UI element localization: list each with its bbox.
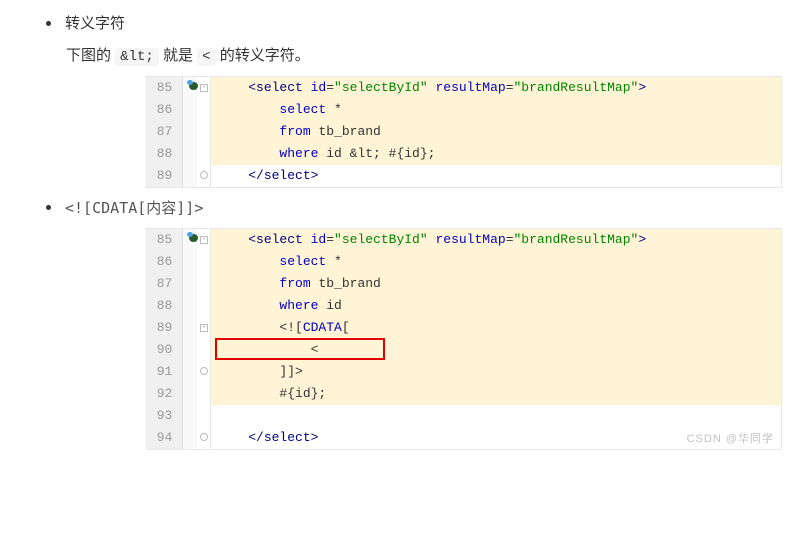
desc-mid: 就是 xyxy=(163,47,197,64)
code-line: 88 where id xyxy=(147,295,781,317)
line-number: 87 xyxy=(147,121,183,143)
desc-post: 的转义字符。 xyxy=(220,47,310,64)
inline-code-lt: < xyxy=(197,48,215,66)
gutter xyxy=(183,405,197,427)
gutter xyxy=(183,295,197,317)
gutter xyxy=(183,121,197,143)
line-number: 93 xyxy=(147,405,183,427)
fold-gutter xyxy=(197,427,211,449)
line-number: 85 xyxy=(147,229,183,251)
gutter xyxy=(183,339,197,361)
line-number: 89 xyxy=(147,165,183,187)
bug-icon xyxy=(185,231,201,245)
code-content: where id &lt; #{id}; xyxy=(211,143,781,165)
bullet-dot-icon xyxy=(46,205,51,210)
code-content: from tb_brand xyxy=(211,273,781,295)
code-line: 91 ]]> xyxy=(147,361,781,383)
gutter xyxy=(183,143,197,165)
section-escape-char: 转义字符 下图的 &lt; 就是 < 的转义字符。 85 - <select id… xyxy=(20,12,782,188)
fold-end-icon xyxy=(200,367,208,375)
code-line: 92 #{id}; xyxy=(147,383,781,405)
gutter xyxy=(183,427,197,449)
fold-gutter xyxy=(197,99,211,121)
gutter xyxy=(183,317,197,339)
bullet-dot-icon xyxy=(46,21,51,26)
fold-minus-icon[interactable]: - xyxy=(200,84,208,92)
line-number: 85 xyxy=(147,77,183,99)
bullet-row: 转义字符 xyxy=(46,12,782,36)
gutter xyxy=(183,383,197,405)
fold-gutter xyxy=(197,121,211,143)
section-desc: 下图的 &lt; 就是 < 的转义字符。 xyxy=(66,44,782,68)
code-content: select * xyxy=(211,251,781,273)
gutter xyxy=(183,273,197,295)
gutter xyxy=(183,99,197,121)
fold-gutter: - xyxy=(197,317,211,339)
bullet-row: <![CDATA[内容]]> xyxy=(46,196,782,220)
code-block-1: 85 - <select id="selectById" resultMap="b… xyxy=(146,76,782,188)
gutter xyxy=(183,361,197,383)
section-cdata: <![CDATA[内容]]> 85 - <select id="selectByI… xyxy=(20,196,782,450)
fold-gutter xyxy=(197,165,211,187)
code-content: #{id}; xyxy=(211,383,781,405)
gutter xyxy=(183,165,197,187)
line-number: 94 xyxy=(147,427,183,449)
code-line: 86 select * xyxy=(147,251,781,273)
fold-end-icon xyxy=(200,171,208,179)
code-line: 93 xyxy=(147,405,781,427)
watermark: CSDN @华同学 xyxy=(687,431,774,449)
code-line: 89 - <![CDATA[ xyxy=(147,317,781,339)
line-number: 90 xyxy=(147,339,183,361)
line-number: 88 xyxy=(147,143,183,165)
code-content: from tb_brand xyxy=(211,121,781,143)
fold-minus-icon[interactable]: - xyxy=(200,324,208,332)
line-number: 86 xyxy=(147,251,183,273)
code-content: ]]> xyxy=(211,361,781,383)
fold-gutter xyxy=(197,251,211,273)
code-line: 88 where id &lt; #{id}; xyxy=(147,143,781,165)
fold-gutter xyxy=(197,361,211,383)
code-line: 87 from tb_brand xyxy=(147,121,781,143)
code-line: 89 </select> xyxy=(147,165,781,187)
code-content: </select> xyxy=(211,165,781,187)
bullet-title: <![CDATA[内容]]> xyxy=(65,196,203,220)
code-line: 85 - <select id="selectById" resultMap="b… xyxy=(147,77,781,99)
gutter xyxy=(183,251,197,273)
code-line: 87 from tb_brand xyxy=(147,273,781,295)
code-content: where id xyxy=(211,295,781,317)
inline-code-lt-entity: &lt; xyxy=(115,48,159,66)
code-content: < xyxy=(211,339,781,361)
code-content: select * xyxy=(211,99,781,121)
bug-icon xyxy=(185,79,201,93)
fold-gutter xyxy=(197,339,211,361)
line-number: 86 xyxy=(147,99,183,121)
code-block-2: 85 - <select id="selectById" resultMap="b… xyxy=(146,228,782,450)
fold-gutter xyxy=(197,383,211,405)
fold-end-icon xyxy=(200,433,208,441)
bullet-title: 转义字符 xyxy=(65,12,125,36)
code-line: 90 < xyxy=(147,339,781,361)
line-number: 92 xyxy=(147,383,183,405)
fold-gutter xyxy=(197,295,211,317)
fold-minus-icon[interactable]: - xyxy=(200,236,208,244)
fold-gutter xyxy=(197,143,211,165)
line-number: 91 xyxy=(147,361,183,383)
code-line: 86 select * xyxy=(147,99,781,121)
fold-gutter xyxy=(197,405,211,427)
desc-pre: 下图的 xyxy=(66,47,115,64)
code-content: <select id="selectById" resultMap="brand… xyxy=(211,229,781,251)
line-number: 87 xyxy=(147,273,183,295)
line-number: 88 xyxy=(147,295,183,317)
code-content xyxy=(211,405,781,427)
code-line: 85 - <select id="selectById" resultMap="b… xyxy=(147,229,781,251)
line-number: 89 xyxy=(147,317,183,339)
code-content: <![CDATA[ xyxy=(211,317,781,339)
code-content: <select id="selectById" resultMap="brand… xyxy=(211,77,781,99)
fold-gutter xyxy=(197,273,211,295)
